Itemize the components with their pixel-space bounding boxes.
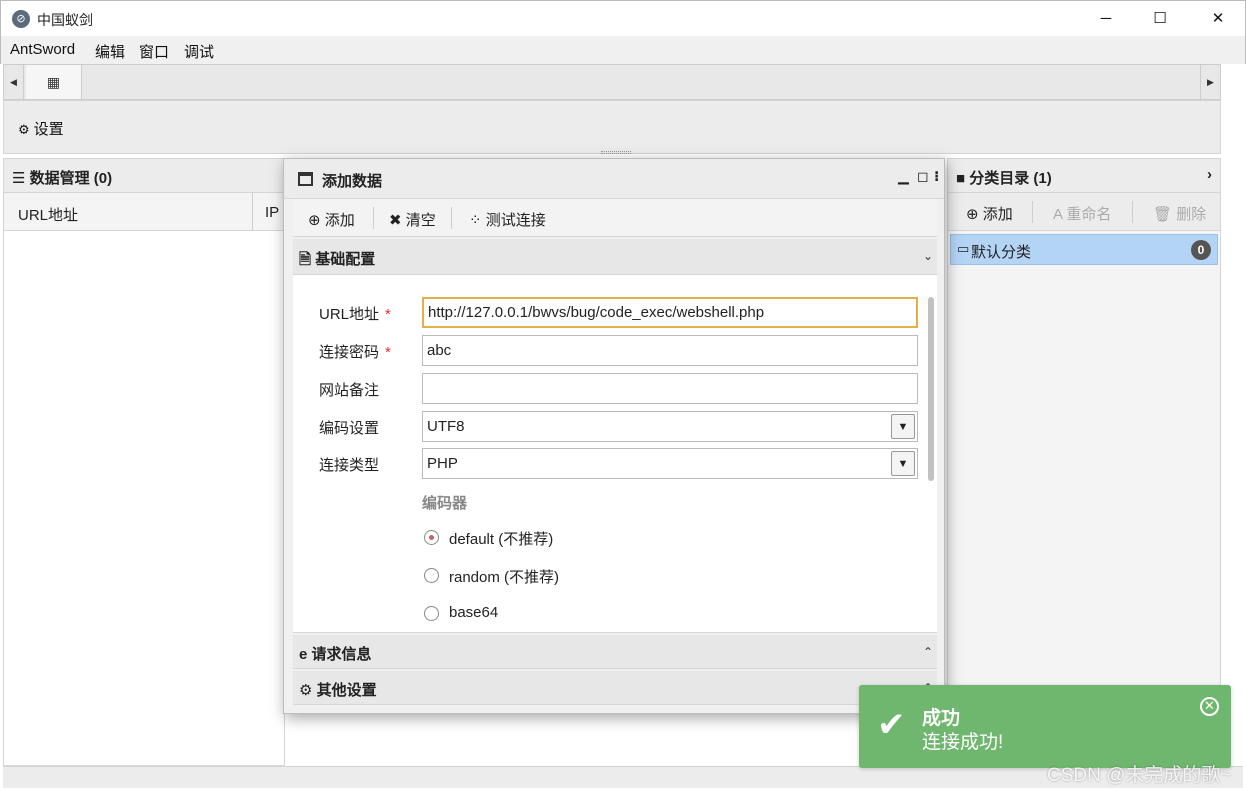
delete-category-button[interactable]: 🗑 删除 [1153,203,1206,224]
dialog-title: 添加数据 [322,173,383,190]
category-panel-title: ■ 分类目录 (1) [948,159,1220,193]
settings-label: 设置 [33,121,64,138]
title-bar: ⊘ 中国蚁剑 ─ ☐ ✕ [0,0,1246,36]
tab-scroll-right-icon[interactable]: ▶ [1200,65,1220,99]
type-label: 连接类型 [319,457,380,474]
add-data-dialog: 添加数据 ▁ ◻ ⁝ ⊕ 添加 ✖ 清空 ⁘ 测试连接 🗎 基础配置 ⌄ URL… [283,158,945,714]
section-request-info[interactable]: e 请求信息 ⌃ [293,635,937,669]
section-other-settings[interactable]: ⚙ 其他设置 ⌃ [293,671,937,705]
rename-category-button[interactable]: A 重命名 [1053,203,1111,224]
close-window-button[interactable]: ✕ [1195,5,1241,33]
close-icon[interactable]: ✕ [1200,697,1219,716]
section-other-title: ⚙ 其他设置 [299,682,377,699]
toast-title: 成功 [922,708,961,729]
menu-edit[interactable]: 编辑 [95,41,125,62]
chevron-down-icon[interactable]: ⌄ [923,249,933,263]
gear-icon: ⚙ [18,122,30,137]
encoder-label: 编码器 [422,495,468,512]
category-toolbar: ⊕ 添加 A 重命名 🗑 删除 [948,193,1220,231]
type-value: PHP [427,455,458,472]
tab-bar: ◀ ▦ ▶ [3,64,1221,100]
toast-message: 连接成功! [922,732,1004,753]
note-label: 网站备注 [319,382,380,399]
dialog-toolbar: ⊕ 添加 ✖ 清空 ⁘ 测试连接 [293,199,937,237]
chevron-up-icon[interactable]: ⌃ [923,645,933,659]
menu-window[interactable]: 窗口 [139,41,169,62]
category-panel: ■ 分类目录 (1) › ⊕ 添加 A 重命名 🗑 删除 ▭ 默认分类 0 [947,158,1221,766]
category-item-label: 默认分类 [971,244,1032,261]
data-management-panel: ☰ 数据管理 (0) URL地址 IP [3,158,285,766]
encoder-base64-radio[interactable] [424,606,439,621]
watermark: CSDN @未完成的歌~ [1047,765,1232,786]
toolbar-divider [1032,201,1033,223]
window-title: 中国蚁剑 [37,12,93,28]
main-toolbar: ⚙ 设置 [3,100,1221,154]
encoder-random-label[interactable]: random (不推荐) [449,566,559,587]
data-table-header: URL地址 IP [4,193,284,231]
antsword-logo-icon: ⊘ [12,10,30,28]
encoding-label: 编码设置 [319,420,380,437]
settings-button[interactable]: ⚙ 设置 [18,118,64,139]
encoder-default-radio[interactable] [424,530,439,545]
collapse-panel-icon[interactable]: › [1207,166,1212,183]
tab-scroll-left-icon[interactable]: ◀ [4,65,24,99]
encoder-base64-label[interactable]: base64 [449,604,498,621]
url-input[interactable] [422,297,918,328]
tab-home-grid-icon[interactable]: ▦ [26,65,82,99]
test-connection-button[interactable]: ⁘ 测试连接 [469,209,546,230]
maximize-window-button[interactable]: ☐ [1137,5,1183,33]
encoding-value: UTF8 [427,418,465,435]
success-toast: ✔ 成功 连接成功! ✕ [859,685,1231,768]
menu-debug[interactable]: 调试 [184,41,214,62]
url-label: URL地址 * [319,306,391,323]
chevron-down-icon: ▼ [891,451,915,476]
toolbar-divider [451,207,452,229]
column-url[interactable]: URL地址 [18,204,78,225]
section-basic-title: 🗎 基础配置 [299,251,376,268]
data-panel-title: ☰ 数据管理 (0) [4,159,284,193]
menu-bar: AntSword 编辑 窗口 调试 [0,36,1246,64]
dialog-header[interactable]: 添加数据 ▁ ◻ ⁝ [284,159,944,199]
basic-config-form: URL地址* 连接密码* 网站备注 编码设置 UTF8 ▼ 连接类型 PHP ▼… [293,275,937,633]
clear-button[interactable]: ✖ 清空 [389,209,436,230]
splitter-handle[interactable] [601,151,631,154]
toolbar-divider [1132,201,1133,223]
password-label: 连接密码 * [319,344,391,361]
dialog-minimize-icon[interactable]: ▁ [898,168,909,185]
add-category-button[interactable]: ⊕ 添加 [966,203,1013,224]
dialog-more-icon[interactable]: ⁝ [934,168,939,185]
column-ip[interactable]: IP [252,193,279,230]
minimize-window-button[interactable]: ─ [1083,5,1129,33]
category-count-badge: 0 [1191,240,1211,260]
chevron-down-icon: ▼ [891,414,915,439]
add-button[interactable]: ⊕ 添加 [308,209,355,230]
note-input[interactable] [422,373,918,404]
toolbar-divider [373,207,374,229]
encoder-default-label[interactable]: default (不推荐) [449,528,553,549]
folder-icon: ▭ [957,241,970,256]
encoding-select[interactable]: UTF8 ▼ [422,411,918,442]
category-item-default[interactable]: ▭ 默认分类 0 [950,234,1218,265]
section-basic-config[interactable]: 🗎 基础配置 ⌄ [293,239,937,275]
dialog-maximize-icon[interactable]: ◻ [917,168,929,185]
menu-antsword[interactable]: AntSword [10,41,75,58]
form-scrollbar[interactable] [928,297,934,481]
type-select[interactable]: PHP ▼ [422,448,918,479]
checkmark-icon: ✔ [877,706,906,744]
encoder-random-radio[interactable] [424,568,439,583]
window-icon [298,172,313,186]
section-request-title: e 请求信息 [299,646,372,663]
password-input[interactable] [422,335,918,366]
